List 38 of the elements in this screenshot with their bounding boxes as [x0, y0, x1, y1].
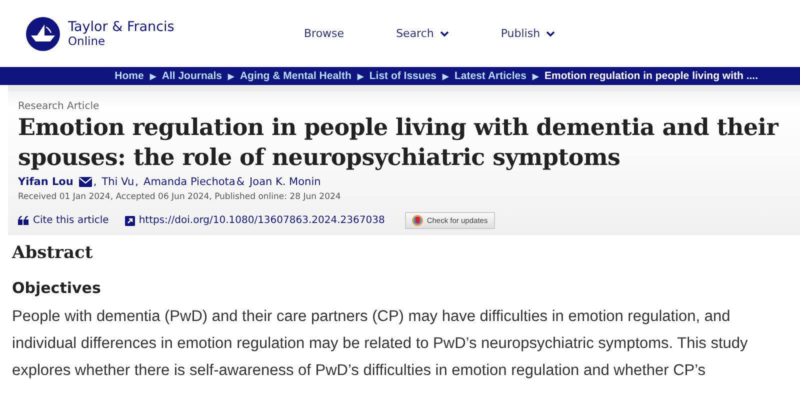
bookmark-icon: [412, 215, 423, 226]
external-link-icon: [124, 216, 135, 226]
author-link[interactable]: Joan K. Monin: [250, 175, 321, 189]
nav-link[interactable]: Publish: [500, 27, 556, 40]
author-separator: &: [236, 175, 245, 189]
abstract-heading: Abstract: [12, 242, 94, 265]
separator-icon: ▶: [532, 72, 538, 80]
chevron-icon: [440, 30, 449, 36]
quote-icon: [18, 216, 29, 225]
author-link[interactable]: Thi Vu: [102, 175, 134, 189]
breadcrumb-link[interactable]: List of Issues: [369, 70, 436, 82]
breadcrumb-link[interactable]: All Journals: [162, 70, 222, 82]
cite-link[interactable]: Cite this article: [18, 215, 109, 226]
breadcrumb-link[interactable]: Emotion regulation in people living with ....: [544, 70, 758, 82]
separator-icon: ▶: [442, 72, 448, 80]
envelope-icon[interactable]: [79, 177, 92, 187]
author-link[interactable]: Yifan Lou: [18, 175, 74, 189]
breadcrumb-link[interactable]: Home: [114, 70, 144, 82]
author-separator: ,: [135, 175, 139, 189]
section-heading: Objectives: [12, 279, 102, 297]
separator-icon: ▶: [228, 72, 234, 80]
article-type: Research Article: [18, 101, 100, 113]
logo-subtitle: Online: [68, 34, 106, 48]
chevron-icon: [546, 30, 556, 36]
author-separator: ,: [93, 175, 97, 189]
publication-dates: Received 01 Jan 2024, Accepted 06 Jun 2024, Published online: 28 Jun 2024: [18, 192, 342, 202]
breadcrumb-link[interactable]: Latest Articles: [454, 70, 526, 82]
breadcrumb-link[interactable]: Aging & Mental Health: [240, 70, 352, 82]
separator-icon: ▶: [150, 72, 156, 80]
nav-link[interactable]: Browse: [304, 27, 344, 40]
logo-icon[interactable]: [26, 16, 60, 50]
article-title: Emotion regulation in people living with dementia and their spouses: the role of neuropsychiatric symptoms: [18, 113, 780, 173]
author-link[interactable]: Amanda Piechota: [144, 175, 236, 189]
separator-icon: ▶: [357, 72, 364, 80]
doi-link[interactable]: https://doi.org/10.1080/13607863.2024.2367038: [124, 215, 385, 226]
logo-name[interactable]: Taylor & Francis: [68, 20, 174, 34]
abstract-text: People with dementia (PwD) and their care partners (CP) may have difficulties in emotion regulation, and individual differences in emotion regulation may be related to PwD’s neuropsychiatric symptoms. This study explores whether there is self-awareness of PwD’s difficulties in emotion regulation and whether CP’s: [12, 307, 749, 381]
nav-link[interactable]: Search: [396, 27, 449, 40]
